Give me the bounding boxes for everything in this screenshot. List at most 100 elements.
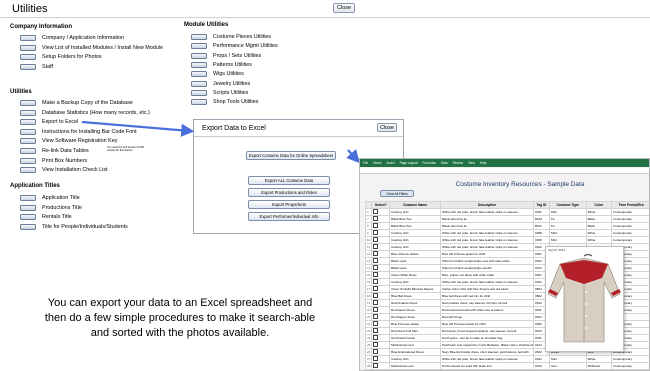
select-cell[interactable]: [371, 319, 391, 328]
select-checkbox[interactable]: [373, 293, 379, 298]
menu-view[interactable]: View: [468, 161, 475, 165]
table-cell: North gown - can be a made an shoulder b…: [440, 333, 535, 342]
table-cell: White with red yoke, brown fake leather …: [440, 242, 535, 251]
arrow-to-dialog: [81, 120, 195, 137]
table-cell: Clown White Dress: [389, 270, 442, 279]
table-cell: Contemporary: [611, 361, 649, 370]
select-cell[interactable]: [371, 277, 391, 286]
select-checkbox[interactable]: [373, 230, 379, 235]
table-cell: Contemporary: [611, 354, 649, 363]
table-cell: Red Pinafore Dress: [389, 298, 442, 307]
table-cell: Multicolor: [585, 361, 613, 370]
excel-menu-bar: File Home Insert Page Layout Formulas Data Rev…: [363, 161, 486, 165]
shirt-image: [547, 253, 621, 343]
select-checkbox[interactable]: [373, 272, 379, 277]
select-cell[interactable]: [371, 256, 391, 265]
table-cell: Shirt: [548, 207, 587, 216]
select-checkbox[interactable]: [373, 307, 379, 312]
select-checkbox[interactable]: [373, 223, 379, 228]
table-cell: Red leotard and skirt with white lace at…: [440, 305, 535, 314]
clear-filters-button[interactable]: Clear All Filters: [380, 190, 414, 197]
table-cell: Blue Princess Jacket: [389, 319, 442, 328]
table-cell: Black: [585, 214, 613, 223]
table-cell: Blue bell dress with red trim for child: [440, 291, 535, 300]
select-checkbox[interactable]: [373, 258, 379, 263]
table-cell: White with red yoke, brown fake leather …: [440, 207, 535, 216]
table-cell: 0188: [533, 228, 550, 237]
table-cell: Multicolored vest: [389, 361, 442, 370]
select-checkbox[interactable]: [373, 237, 379, 242]
select-cell[interactable]: [371, 298, 391, 307]
table-cell: Cowboy shirt: [389, 277, 442, 286]
table-cell: Black vests: [389, 256, 442, 265]
menu-help[interactable]: Help: [480, 161, 487, 165]
table-cell: White with red yoke, brown fake leather …: [440, 228, 535, 237]
select-checkbox[interactable]: [373, 349, 379, 354]
select-cell[interactable]: [371, 354, 391, 363]
select-checkbox[interactable]: [373, 328, 379, 333]
table-cell: White with red yoke, brown fake leather …: [440, 235, 535, 244]
select-checkbox[interactable]: [373, 251, 379, 256]
select-cell[interactable]: [371, 270, 391, 279]
table-cell: White with red yoke, brown fake leather …: [440, 354, 535, 363]
select-checkbox[interactable]: [373, 300, 379, 305]
select-checkbox[interactable]: [373, 216, 379, 221]
select-cell[interactable]: [371, 242, 391, 251]
select-checkbox[interactable]: [373, 342, 379, 347]
select-checkbox[interactable]: [373, 265, 379, 270]
menu-file[interactable]: File: [363, 161, 368, 165]
table-cell: Cowboy shirt: [389, 242, 442, 251]
table-cell: Shirt: [548, 354, 587, 363]
select-checkbox[interactable]: [373, 209, 379, 214]
select-cell[interactable]: [371, 312, 391, 321]
select-cell[interactable]: [371, 305, 391, 314]
select-cell[interactable]: [371, 291, 391, 300]
table-cell: 0189: [533, 235, 550, 244]
select-checkbox[interactable]: [373, 314, 379, 319]
select-checkbox[interactable]: [373, 356, 379, 361]
select-checkbox[interactable]: [373, 279, 379, 284]
select-cell[interactable]: [371, 340, 391, 349]
table-cell: White: [585, 228, 613, 237]
table-cell: Black: [585, 221, 613, 230]
select-checkbox[interactable]: [373, 335, 379, 340]
select-cell[interactable]: [371, 333, 391, 342]
select-cell[interactable]: [371, 249, 391, 258]
menu-data[interactable]: Data: [441, 161, 448, 165]
select-cell[interactable]: [371, 326, 391, 335]
table-cell: Shirt: [548, 228, 587, 237]
select-cell[interactable]: [371, 221, 391, 230]
select-cell[interactable]: [371, 263, 391, 272]
select-checkbox[interactable]: [373, 363, 379, 368]
menu-home[interactable]: Home: [373, 161, 382, 165]
table-cell: Tie: [548, 214, 587, 223]
select-checkbox[interactable]: [373, 286, 379, 291]
select-cell[interactable]: [371, 361, 391, 370]
menu-formulas[interactable]: Formulas: [423, 161, 436, 165]
table-cell: Cheer Snrtwith Blue/red flowers: [389, 284, 442, 293]
table-cell: Blue Embroidered Dress: [389, 347, 442, 356]
select-cell[interactable]: [371, 207, 391, 216]
select-cell[interactable]: [371, 235, 391, 244]
table-cell: White with red yoke, brown fake leather …: [440, 277, 535, 286]
table-cell: White: [585, 354, 613, 363]
table-cell: 0315: [533, 361, 550, 370]
select-checkbox[interactable]: [373, 321, 379, 326]
table-cell: Contemporary: [611, 221, 649, 230]
select-cell[interactable]: [371, 284, 391, 293]
select-cell[interactable]: [371, 214, 391, 223]
menu-review[interactable]: Review: [453, 161, 463, 165]
arrow-to-excel: [346, 149, 360, 164]
menu-insert[interactable]: Insert: [387, 161, 395, 165]
excel-formula-bar: [360, 168, 649, 174]
table-cell: Blue silk Chinese jacket for child: [440, 249, 535, 258]
table-cell: B510: [533, 214, 550, 223]
select-cell[interactable]: [371, 347, 391, 356]
select-cell[interactable]: [371, 228, 391, 237]
select-checkbox[interactable]: [373, 244, 379, 249]
table-cell: Blue silk Princess jacket for child: [440, 319, 535, 328]
table-cell: Red dress, brown leopard neckline, cap s…: [440, 326, 535, 335]
table-cell: Patchwork vest inspired by Curtis Barbet…: [440, 340, 535, 349]
caption-text: You can export your data to an Excel spr…: [44, 297, 316, 339]
menu-page-layout[interactable]: Page Layout: [400, 161, 418, 165]
